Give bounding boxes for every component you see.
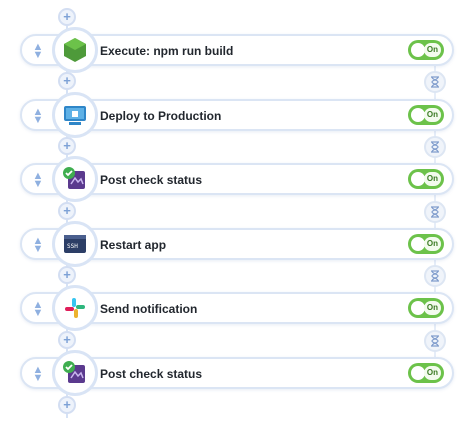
toggle-label: On	[423, 108, 441, 122]
toggle-label: On	[423, 172, 441, 186]
step-label: Post check status	[100, 173, 203, 187]
workflow-step[interactable]: ▲ ▼ Send notification On	[20, 285, 454, 331]
drag-handle-icon[interactable]: ▲ ▼	[30, 300, 46, 319]
step-icon-container: SSH	[52, 221, 98, 267]
step-label: Deploy to Production	[100, 109, 222, 123]
step-label: Send notification	[100, 302, 198, 316]
workflow-step[interactable]: ▲ ▼ Post check status On	[20, 350, 454, 396]
toggle-knob	[411, 237, 425, 251]
workflow-step[interactable]: ▲ ▼ SSH Restart app On	[20, 221, 454, 267]
add-step-button[interactable]: +	[58, 331, 76, 349]
drag-handle-icon[interactable]: ▲ ▼	[30, 42, 46, 61]
step-icon-container	[52, 156, 98, 202]
add-delay-button[interactable]	[424, 136, 446, 158]
step-label: Post check status	[100, 367, 203, 381]
drag-handle-icon[interactable]: ▲ ▼	[30, 107, 46, 126]
toggle-knob	[411, 43, 425, 57]
add-step-button[interactable]: +	[58, 72, 76, 90]
step-toggle[interactable]: On	[408, 234, 444, 254]
drag-handle-icon[interactable]: ▲ ▼	[30, 171, 46, 190]
hourglass-icon	[431, 335, 439, 347]
toggle-label: On	[423, 301, 441, 315]
workflow-pipeline: + + + + + + + ▲ ▼ Execute: npm run build …	[0, 0, 474, 422]
step-icon-container	[52, 285, 98, 331]
step-icon-container	[52, 27, 98, 73]
svg-text:SSH: SSH	[67, 243, 78, 250]
add-delay-button[interactable]	[424, 265, 446, 287]
step-toggle[interactable]: On	[408, 105, 444, 125]
hourglass-icon	[431, 270, 439, 282]
check-status-icon	[63, 167, 85, 189]
step-label: Execute: npm run build	[100, 44, 234, 58]
toggle-knob	[411, 108, 425, 122]
step-toggle[interactable]: On	[408, 169, 444, 189]
workflow-step[interactable]: ▲ ▼ Execute: npm run build On	[20, 27, 454, 73]
toggle-label: On	[423, 366, 441, 380]
drag-handle-icon[interactable]: ▲ ▼	[30, 236, 46, 255]
step-toggle[interactable]: On	[408, 298, 444, 318]
step-label: Restart app	[100, 238, 167, 252]
add-step-button[interactable]: +	[58, 137, 76, 155]
add-step-button[interactable]: +	[58, 8, 76, 26]
toggle-knob	[411, 366, 425, 380]
add-delay-button[interactable]	[424, 201, 446, 223]
toggle-label: On	[423, 43, 441, 57]
hourglass-icon	[431, 141, 439, 153]
add-step-button[interactable]: +	[58, 202, 76, 220]
ssh-terminal-icon: SSH	[64, 235, 86, 253]
hourglass-icon	[431, 76, 439, 88]
add-delay-button[interactable]	[424, 71, 446, 93]
step-toggle[interactable]: On	[408, 363, 444, 383]
workflow-step[interactable]: ▲ ▼ Post check status On	[20, 156, 454, 202]
toggle-knob	[411, 172, 425, 186]
step-icon-container	[52, 92, 98, 138]
drag-handle-icon[interactable]: ▲ ▼	[30, 365, 46, 384]
workflow-step[interactable]: ▲ ▼ Deploy to Production On	[20, 92, 454, 138]
nodejs-icon	[64, 38, 86, 62]
deploy-server-icon	[64, 106, 86, 125]
step-toggle[interactable]: On	[408, 40, 444, 60]
add-step-button[interactable]: +	[58, 266, 76, 284]
hourglass-icon	[431, 206, 439, 218]
step-icon-container	[52, 350, 98, 396]
slack-icon	[65, 298, 85, 318]
toggle-label: On	[423, 237, 441, 251]
add-step-button[interactable]: +	[58, 396, 76, 414]
toggle-knob	[411, 301, 425, 315]
check-status-icon	[63, 361, 85, 383]
add-delay-button[interactable]	[424, 330, 446, 352]
